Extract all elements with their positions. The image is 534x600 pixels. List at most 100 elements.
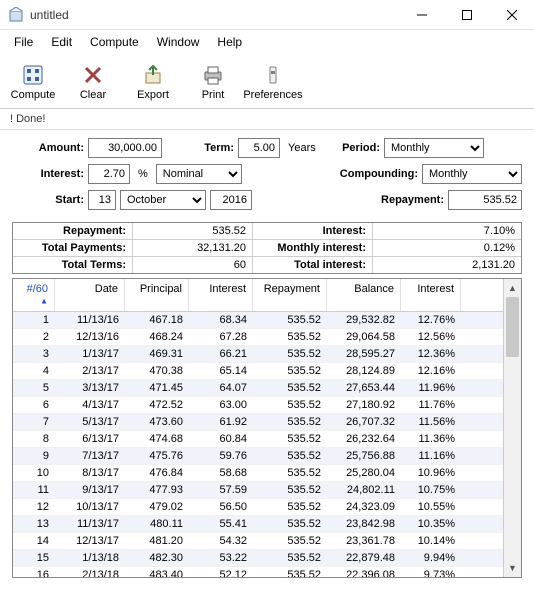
amount-input[interactable] (88, 138, 162, 158)
cell-interest2: 11.56% (401, 414, 461, 430)
cell-interest: 58.68 (189, 465, 253, 481)
clear-button[interactable]: Clear (66, 58, 120, 106)
col-principal[interactable]: Principal (125, 279, 189, 311)
table-row[interactable]: 1412/13/17481.2054.32535.5223,361.7810.1… (13, 533, 503, 550)
cell-repayment: 535.52 (253, 550, 327, 566)
minimize-button[interactable] (399, 0, 444, 30)
cell-date: 11/13/17 (55, 516, 125, 532)
cell-balance: 29,064.58 (327, 329, 401, 345)
cell-repayment: 535.52 (253, 499, 327, 515)
print-button[interactable]: Print (186, 58, 240, 106)
cell-interest: 54.32 (189, 533, 253, 549)
table-body[interactable]: 111/13/16467.1868.34535.5229,532.8212.76… (13, 312, 503, 577)
table-row[interactable]: 97/13/17475.7659.76535.5225,756.8811.16% (13, 448, 503, 465)
schedule-table: #/60 ▲ Date Principal Interest Repayment… (12, 278, 522, 578)
repayment-input[interactable] (448, 190, 522, 210)
menu-window[interactable]: Window (149, 32, 208, 52)
export-button[interactable]: Export (126, 58, 180, 106)
col-interest[interactable]: Interest (189, 279, 253, 311)
table-row[interactable]: 53/13/17471.4564.07535.5227,653.4411.96% (13, 380, 503, 397)
preferences-button[interactable]: Preferences (246, 58, 300, 106)
period-select[interactable]: Monthly (384, 138, 484, 158)
cell-interest2: 10.14% (401, 533, 461, 549)
sum-monthint-label: Monthly interest: (253, 240, 373, 256)
col-repayment[interactable]: Repayment (253, 279, 327, 311)
table-row[interactable]: 1210/13/17479.0256.50535.5224,323.0910.5… (13, 499, 503, 516)
start-month-select[interactable]: October (120, 190, 206, 210)
app-icon (8, 7, 24, 23)
table-row[interactable]: 86/13/17474.6860.84535.5226,232.6411.36% (13, 431, 503, 448)
cell-interest2: 12.36% (401, 346, 461, 362)
cell-balance: 26,707.32 (327, 414, 401, 430)
col-balance[interactable]: Balance (327, 279, 401, 311)
cell-interest: 66.21 (189, 346, 253, 362)
cell-interest: 55.41 (189, 516, 253, 532)
table-row[interactable]: 151/13/18482.3053.22535.5222,879.489.94% (13, 550, 503, 567)
scroll-down-icon[interactable]: ▼ (504, 559, 521, 577)
cell-principal: 477.93 (125, 482, 189, 498)
maximize-button[interactable] (444, 0, 489, 30)
start-year-input[interactable] (210, 190, 252, 210)
menu-edit[interactable]: Edit (43, 32, 80, 52)
cell-n: 6 (13, 397, 55, 413)
compounding-select[interactable]: Monthly (422, 164, 522, 184)
cell-balance: 22,879.48 (327, 550, 401, 566)
cell-principal: 479.02 (125, 499, 189, 515)
col-interest2[interactable]: Interest (401, 279, 461, 311)
cell-principal: 472.52 (125, 397, 189, 413)
table-row[interactable]: 212/13/16468.2467.28535.5229,064.5812.56… (13, 329, 503, 346)
close-button[interactable] (489, 0, 534, 30)
cell-repayment: 535.52 (253, 363, 327, 379)
table-header: #/60 ▲ Date Principal Interest Repayment… (13, 279, 503, 312)
cell-balance: 23,842.98 (327, 516, 401, 532)
scrollbar[interactable]: ▲ ▼ (503, 279, 521, 577)
cell-repayment: 535.52 (253, 482, 327, 498)
term-label: Term: (166, 142, 234, 154)
cell-interest2: 9.73% (401, 567, 461, 577)
menu-file[interactable]: File (6, 32, 41, 52)
table-row[interactable]: 111/13/16467.1868.34535.5229,532.8212.76… (13, 312, 503, 329)
table-row[interactable]: 64/13/17472.5263.00535.5227,180.9211.76% (13, 397, 503, 414)
print-label: Print (202, 89, 225, 101)
cell-interest: 57.59 (189, 482, 253, 498)
cell-balance: 24,323.09 (327, 499, 401, 515)
compute-button[interactable]: Compute (6, 58, 60, 106)
sum-repay-value: 535.52 (133, 223, 253, 239)
cell-date: 2/13/17 (55, 363, 125, 379)
table-row[interactable]: 42/13/17470.3865.14535.5228,124.8912.16% (13, 363, 503, 380)
table-row[interactable]: 31/13/17469.3166.21535.5228,595.2712.36% (13, 346, 503, 363)
cell-repayment: 535.52 (253, 329, 327, 345)
cell-repayment: 535.52 (253, 414, 327, 430)
cell-balance: 23,361.78 (327, 533, 401, 549)
menu-compute[interactable]: Compute (82, 32, 147, 52)
cell-balance: 27,180.92 (327, 397, 401, 413)
table-row[interactable]: 75/13/17473.6061.92535.5226,707.3211.56% (13, 414, 503, 431)
cell-interest: 63.00 (189, 397, 253, 413)
term-input[interactable] (238, 138, 280, 158)
cell-interest2: 10.55% (401, 499, 461, 515)
cell-repayment: 535.52 (253, 346, 327, 362)
col-date[interactable]: Date (55, 279, 125, 311)
window-title: untitled (30, 8, 399, 22)
input-form: Amount: Term: Years Period: Monthly Inte… (0, 130, 534, 220)
cell-date: 2/13/18 (55, 567, 125, 577)
cell-interest2: 11.76% (401, 397, 461, 413)
scroll-thumb[interactable] (506, 297, 519, 357)
cell-interest2: 10.96% (401, 465, 461, 481)
table-row[interactable]: 162/13/18483.4052.12535.5222,396.089.73% (13, 567, 503, 577)
table-row[interactable]: 108/13/17476.8458.68535.5225,280.0410.96… (13, 465, 503, 482)
table-row[interactable]: 119/13/17477.9357.59535.5224,802.1110.75… (13, 482, 503, 499)
col-n[interactable]: #/60 ▲ (13, 279, 55, 311)
cell-principal: 482.30 (125, 550, 189, 566)
table-row[interactable]: 1311/13/17480.1155.41535.5223,842.9810.3… (13, 516, 503, 533)
cell-interest: 61.92 (189, 414, 253, 430)
interest-type-select[interactable]: Nominal (156, 164, 242, 184)
cell-n: 9 (13, 448, 55, 464)
scroll-up-icon[interactable]: ▲ (504, 279, 521, 297)
start-day-input[interactable] (88, 190, 116, 210)
menu-help[interactable]: Help (209, 32, 250, 52)
cell-date: 1/13/17 (55, 346, 125, 362)
interest-input[interactable] (88, 164, 130, 184)
cell-n: 7 (13, 414, 55, 430)
cell-n: 16 (13, 567, 55, 577)
